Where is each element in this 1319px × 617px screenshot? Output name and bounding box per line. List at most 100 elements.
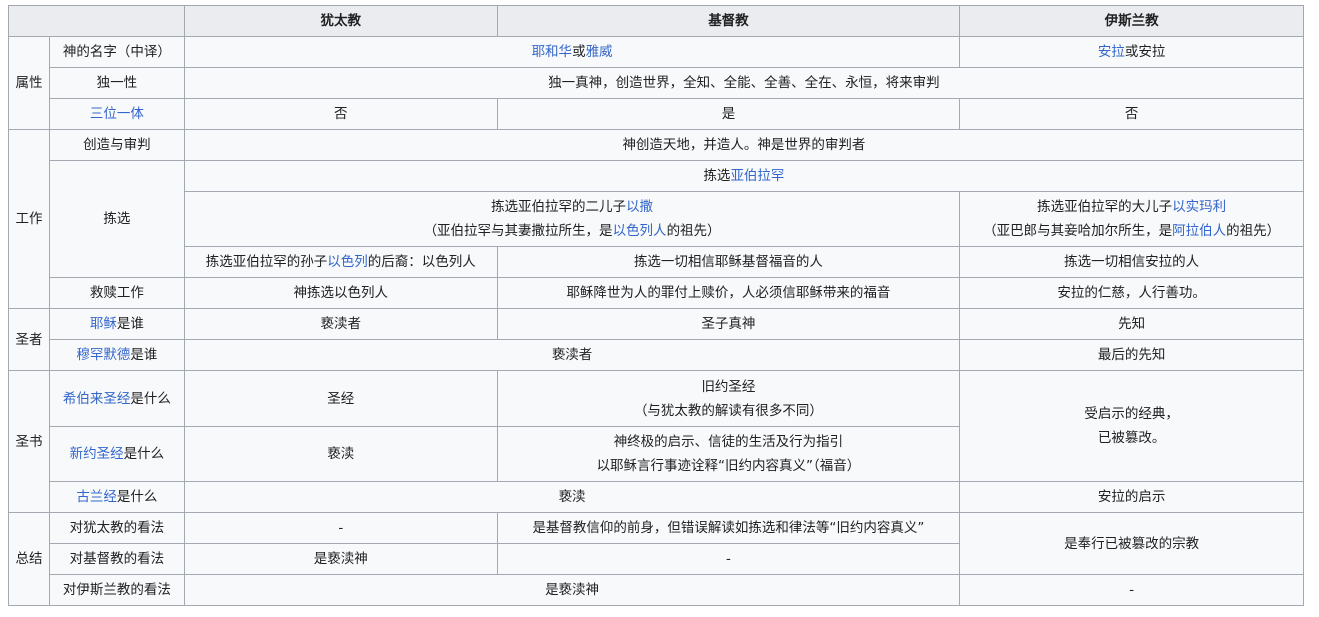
link-allah[interactable]: 安拉 <box>1098 44 1125 60</box>
text-ishmael-note-pre: （亚巴郎与其妾哈加尔所生，是 <box>983 223 1173 239</box>
row-election-sons: 拣选亚伯拉罕的二儿子以撒 （亚伯拉罕与其妻撒拉所生，是以色列人的祖先） 拣选亚伯… <box>9 191 1304 247</box>
text-isaac-line1: 拣选亚伯拉罕的二儿子以撒 <box>189 195 955 219</box>
text-gospel-interpretation: 以耶稣言行事迹诠释“旧约内容真义”（福音） <box>596 458 861 474</box>
text-what-quran: 是什么 <box>116 489 158 505</box>
cell-muhammad-jc: 亵渎者 <box>183 339 961 371</box>
text-ishmael-note-post: 的祖先） <box>1226 223 1281 239</box>
row-quran: 古兰经是什么 亵渎 安拉的启示 <box>9 481 1304 513</box>
label-creation: 创造与审判 <box>48 129 185 161</box>
label-view-christianity: 对基督教的看法 <box>48 543 185 575</box>
cell-jesus-islam: 先知 <box>959 308 1304 340</box>
text-who-muhammad: 是谁 <box>130 347 158 363</box>
group-scripture: 圣书 <box>8 370 50 513</box>
cell-view-judaism-christianity: 是基督教信仰的前身，但错误解读如拣选和律法等“旧约内容真义” <box>496 512 961 544</box>
row-view-islam: 对伊斯兰教的看法 是亵渎神 - <box>9 574 1304 606</box>
text-or: 或 <box>572 44 586 60</box>
link-new-testament[interactable]: 新约圣经 <box>70 446 124 462</box>
link-abraham[interactable]: 亚伯拉罕 <box>730 168 784 184</box>
comparison-table: 犹太教 基督教 伊斯兰教 属性 神的名字（中译） 耶和华或雅威 安拉或安拉 独一… <box>8 5 1305 606</box>
link-yahweh[interactable]: 雅威 <box>586 44 613 60</box>
text-ishmael-line2: （亚巴郎与其妾哈加尔所生，是阿拉伯人的祖先） <box>964 219 1299 243</box>
link-arabs[interactable]: 阿拉伯人 <box>1172 223 1226 239</box>
text-old-testament-note: （与犹太教的解读有很多不同） <box>633 402 823 419</box>
link-quran[interactable]: 古兰经 <box>76 489 117 505</box>
cell-salvation-islam: 安拉的仁慈，人行善功。 <box>959 277 1304 309</box>
group-summary: 总结 <box>8 512 50 606</box>
row-oneness: 独一性 独一真神，创造世界，全知、全能、全善、全在、永恒，将来审判 <box>9 67 1305 99</box>
cell-new-testament-judaism: 亵渎 <box>183 426 498 482</box>
link-muhammad[interactable]: 穆罕默德 <box>76 347 130 363</box>
text-who-jesus: 是谁 <box>116 316 144 332</box>
cell-bible-islam: 受启示的经典， 已被篡改。 <box>959 370 1304 482</box>
cell-view-christianity-judaism: 是亵渎神 <box>183 543 498 575</box>
cell-election-judaism: 拣选亚伯拉罕的孙子以色列的后裔：以色列人 <box>183 246 498 278</box>
cell-salvation-christianity: 耶稣降世为人的罪付上赎价，人必须信耶稣带来的福音 <box>496 277 961 309</box>
text-israel-pre: 拣选亚伯拉罕的孙子 <box>205 254 328 270</box>
row-trinity: 三位一体 否 是 否 <box>9 98 1304 130</box>
cell-god-name-islam: 安拉或安拉 <box>959 36 1304 68</box>
group-works: 工作 <box>8 129 50 309</box>
cell-jesus-judaism: 亵渎者 <box>183 308 498 340</box>
row-election-top: 拣选 拣选亚伯拉罕 <box>9 160 1305 278</box>
text-ishmael-pre: 拣选亚伯拉罕的大儿子 <box>1037 199 1173 215</box>
cell-election-christianity: 拣选一切相信耶稣基督福音的人 <box>496 246 961 278</box>
cell-view-christianity-christianity: - <box>496 543 961 575</box>
label-view-islam: 对伊斯兰教的看法 <box>48 574 185 606</box>
label-god-name: 神的名字（中译） <box>48 36 185 68</box>
text-isaac-note-post: 的祖先） <box>666 223 721 239</box>
header-islam: 伊斯兰教 <box>959 5 1304 37</box>
link-hebrew-bible[interactable]: 希伯来圣经 <box>63 391 131 407</box>
cell-trinity-judaism: 否 <box>183 98 498 130</box>
text-revealed-scripture: 受启示的经典， <box>1084 406 1179 422</box>
text-election-pre: 拣选 <box>703 168 731 184</box>
link-israel[interactable]: 以色列 <box>327 254 368 270</box>
label-trinity: 三位一体 <box>48 98 185 130</box>
cell-jesus-christianity: 圣子真神 <box>496 308 961 340</box>
link-jesus[interactable]: 耶稣 <box>90 316 117 332</box>
row-jesus: 圣者 耶稣是谁 亵渎者 圣子真神 先知 <box>8 308 1304 371</box>
text-isaac-line2: （亚伯拉罕与其妻撒拉所生，是以色列人的祖先） <box>189 219 955 243</box>
cell-muhammad-islam: 最后的先知 <box>959 339 1304 371</box>
link-jehovah[interactable]: 耶和华 <box>532 44 573 60</box>
link-israelites[interactable]: 以色列人 <box>613 223 667 239</box>
label-hebrew-bible: 希伯来圣经是什么 <box>48 370 185 427</box>
cell-god-name-jc: 耶和华或雅威 <box>183 36 961 68</box>
cell-quran-jc: 亵渎 <box>183 481 961 513</box>
row-view-judaism: 总结 对犹太教的看法 - 是基督教信仰的前身，但错误解读如拣选和律法等“旧约内容… <box>8 512 1304 606</box>
text-ishmael-line1: 拣选亚伯拉罕的大儿子以实玛利 <box>964 195 1299 219</box>
link-trinity[interactable]: 三位一体 <box>90 106 144 122</box>
link-isaac[interactable]: 以撒 <box>626 199 653 215</box>
group-prophets: 圣者 <box>8 308 50 371</box>
row-god-name: 属性 神的名字（中译） 耶和华或雅威 安拉或安拉 <box>8 36 1304 130</box>
link-ishmael[interactable]: 以实玛利 <box>1172 199 1226 215</box>
cell-quran-islam: 安拉的启示 <box>959 481 1304 513</box>
text-isaac-note-pre: （亚伯拉罕与其妻撒拉所生，是 <box>423 223 613 239</box>
label-jesus: 耶稣是谁 <box>48 308 185 340</box>
cell-view-islam-jc: 是亵渎神 <box>183 574 961 606</box>
text-what-hebrew-bible: 是什么 <box>130 390 171 407</box>
row-salvation: 救赎工作 神拣选以色列人 耶稣降世为人的罪付上赎价，人必须信耶稣带来的福音 安拉… <box>9 277 1304 309</box>
cell-trinity-islam: 否 <box>959 98 1304 130</box>
label-election: 拣选 <box>48 160 185 278</box>
cell-view-judaism-judaism: - <box>183 512 498 544</box>
text-israel-post: 的后裔：以色列人 <box>367 254 476 270</box>
text-what-new-testament: 是什么 <box>123 446 165 462</box>
label-salvation: 救赎工作 <box>48 277 185 309</box>
text-or-allah: 或安拉 <box>1124 44 1166 60</box>
header-row: 犹太教 基督教 伊斯兰教 <box>8 5 1304 37</box>
cell-election-ishmael: 拣选亚伯拉罕的大儿子以实玛利 （亚巴郎与其妾哈加尔所生，是阿拉伯人的祖先） <box>959 191 1304 247</box>
row-election-people: 拣选亚伯拉罕的孙子以色列的后裔：以色列人 拣选一切相信耶稣基督福音的人 拣选一切… <box>9 246 1304 278</box>
row-creation: 工作 创造与审判 神创造天地，并造人。神是世界的审判者 <box>8 129 1305 309</box>
cell-election-isaac: 拣选亚伯拉罕的二儿子以撒 （亚伯拉罕与其妻撒拉所生，是以色列人的祖先） <box>183 191 961 247</box>
cell-salvation-judaism: 神拣选以色列人 <box>183 277 498 309</box>
cell-new-testament-christianity: 神终极的启示、信徒的生活及行为指引 以耶稣言行事迹诠释“旧约内容真义”（福音） <box>496 426 961 482</box>
cell-hebrew-bible-christianity: 旧约圣经 （与犹太教的解读有很多不同） <box>496 370 961 427</box>
text-isaac-pre: 拣选亚伯拉罕的二儿子 <box>491 199 627 215</box>
text-final-revelation: 神终极的启示、信徒的生活及行为指引 <box>613 434 844 450</box>
header-judaism: 犹太教 <box>183 5 498 37</box>
header-christianity: 基督教 <box>496 5 961 37</box>
group-attributes: 属性 <box>8 36 50 130</box>
cell-creation-all: 神创造天地，并造人。神是世界的审判者 <box>183 129 1305 161</box>
cell-hebrew-bible-judaism: 圣经 <box>183 370 498 427</box>
label-quran: 古兰经是什么 <box>48 481 185 513</box>
